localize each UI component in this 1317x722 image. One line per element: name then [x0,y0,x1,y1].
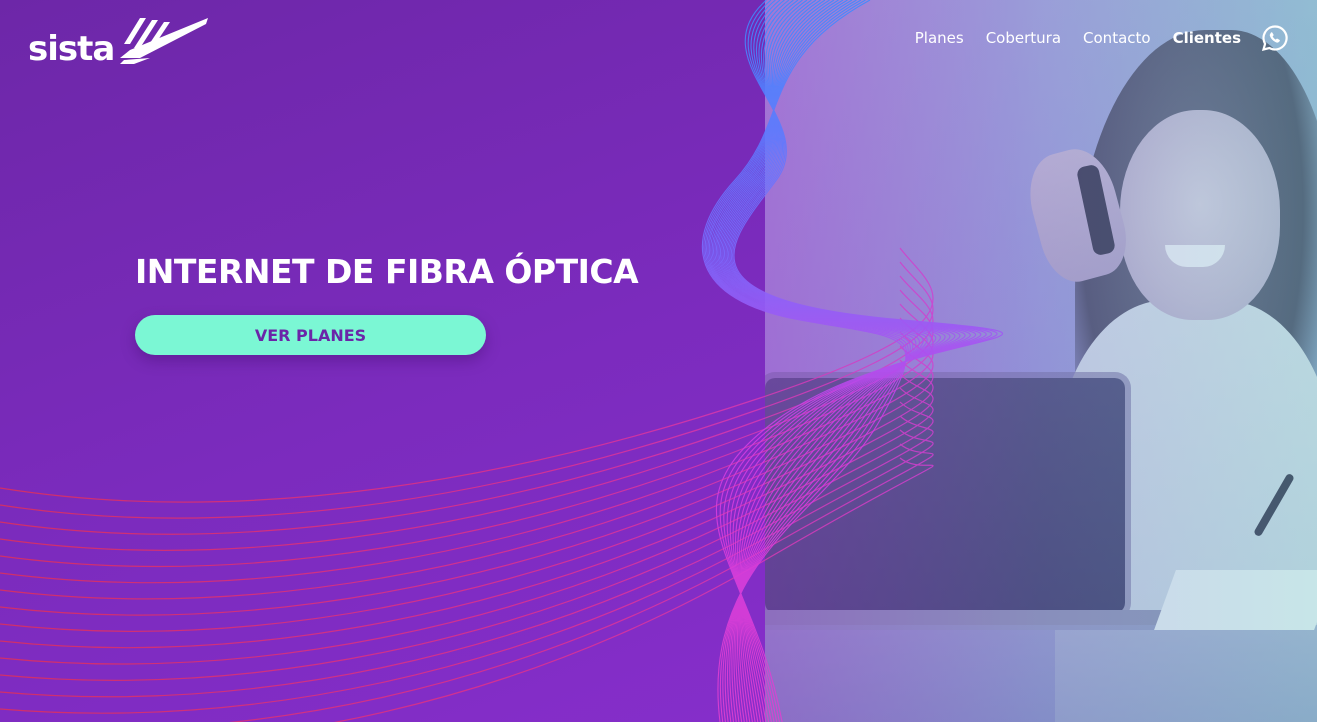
logo-stripes-icon [120,18,209,64]
nav-planes[interactable]: Planes [915,29,964,47]
nav-contacto[interactable]: Contacto [1083,29,1151,47]
ver-planes-button[interactable]: VER PLANES [135,315,486,355]
hero-section: sista Planes Cobertura Contacto Clientes… [0,0,1317,722]
nav-cobertura[interactable]: Cobertura [986,29,1061,47]
sista-logo[interactable]: sista [28,14,210,66]
hero-headline: INTERNET DE FIBRA ÓPTICA [135,252,639,291]
nav-clientes[interactable]: Clientes [1173,29,1241,47]
main-nav: Planes Cobertura Contacto Clientes [893,24,1289,52]
whatsapp-icon[interactable] [1261,24,1289,52]
hero-photo [765,0,1317,722]
logo-text: sista [28,29,115,69]
